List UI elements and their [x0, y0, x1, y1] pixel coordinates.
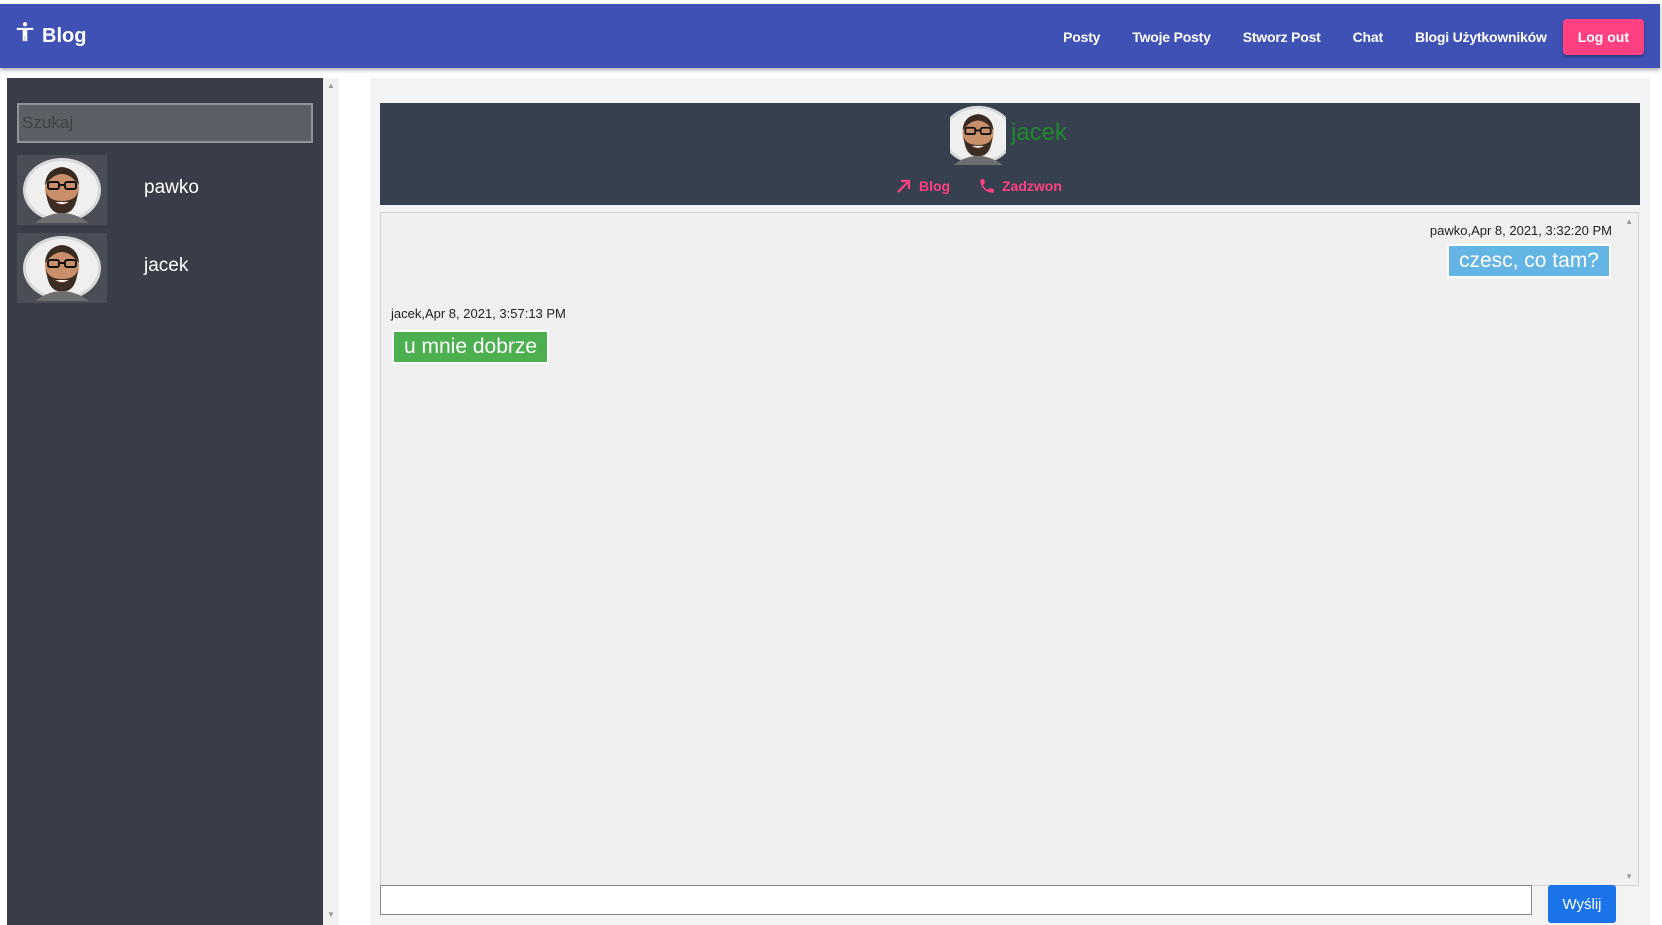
accessibility-icon — [16, 22, 34, 42]
chat-partner-name: jacek — [1011, 119, 1068, 146]
nav-link-twoje-posty[interactable]: Twoje Posty — [1132, 29, 1211, 45]
blog-link-label: Blog — [919, 178, 951, 194]
nav-link-stworz-post[interactable]: Stworz Post — [1243, 29, 1321, 45]
message-meta: jacek,Apr 8, 2021, 3:57:13 PM — [391, 306, 566, 321]
call-label: Zadzwon — [1002, 178, 1062, 194]
contact-item-jacek[interactable]: jacek — [17, 233, 317, 303]
call-button[interactable]: Zadzwon — [978, 177, 1062, 195]
top-navbar: Blog Posty Twoje Posty Stworz Post Chat … — [0, 4, 1660, 68]
user-avatar-photo — [22, 157, 102, 223]
blog-link[interactable]: Blog — [895, 177, 950, 195]
chat-panel: jacek Blog Zadzwon ▲ pawko,Apr 8, 2021, … — [370, 78, 1650, 925]
nav-link-posty[interactable]: Posty — [1063, 29, 1100, 45]
chat-header: jacek Blog Zadzwon — [380, 103, 1640, 205]
arrow-up-right-icon — [897, 179, 911, 193]
avatar — [17, 233, 107, 303]
user-avatar-photo — [950, 105, 1006, 165]
scroll-down-icon[interactable]: ▼ — [1625, 872, 1633, 881]
scroll-up-icon[interactable]: ▲ — [1625, 217, 1633, 226]
avatar — [17, 155, 107, 225]
sidebar-scrollbar[interactable]: ▲ ▼ — [323, 78, 339, 925]
logout-button[interactable]: Log out — [1562, 19, 1644, 55]
message-list[interactable]: ▲ pawko,Apr 8, 2021, 3:32:20 PM czesc, c… — [380, 212, 1639, 886]
message-input[interactable] — [380, 885, 1532, 915]
scroll-down-icon[interactable]: ▼ — [327, 911, 335, 919]
phone-icon — [980, 179, 994, 193]
nav-links: Posty Twoje Posty Stworz Post Chat Blogi… — [1031, 19, 1644, 55]
brand[interactable]: Blog — [14, 20, 86, 52]
send-button[interactable]: Wyślij — [1548, 885, 1616, 923]
nav-link-blogi-uzytkownikow[interactable]: Blogi Użytkowników — [1415, 29, 1547, 45]
user-avatar-photo — [22, 235, 102, 301]
contact-name: pawko — [144, 177, 199, 198]
search-input[interactable] — [17, 103, 313, 143]
contact-name: jacek — [144, 255, 189, 276]
scroll-up-icon[interactable]: ▲ — [327, 82, 335, 90]
nav-link-chat[interactable]: Chat — [1353, 29, 1384, 45]
message-meta: pawko,Apr 8, 2021, 3:32:20 PM — [1429, 223, 1612, 238]
brand-title: Blog — [42, 24, 87, 47]
message-bubble-received: u mnie dobrze — [392, 330, 550, 364]
contacts-sidebar: pawko jacek — [7, 78, 323, 925]
contact-item-pawko[interactable]: pawko — [17, 155, 317, 225]
message-bubble-sent: czesc, co tam? — [1446, 244, 1611, 278]
